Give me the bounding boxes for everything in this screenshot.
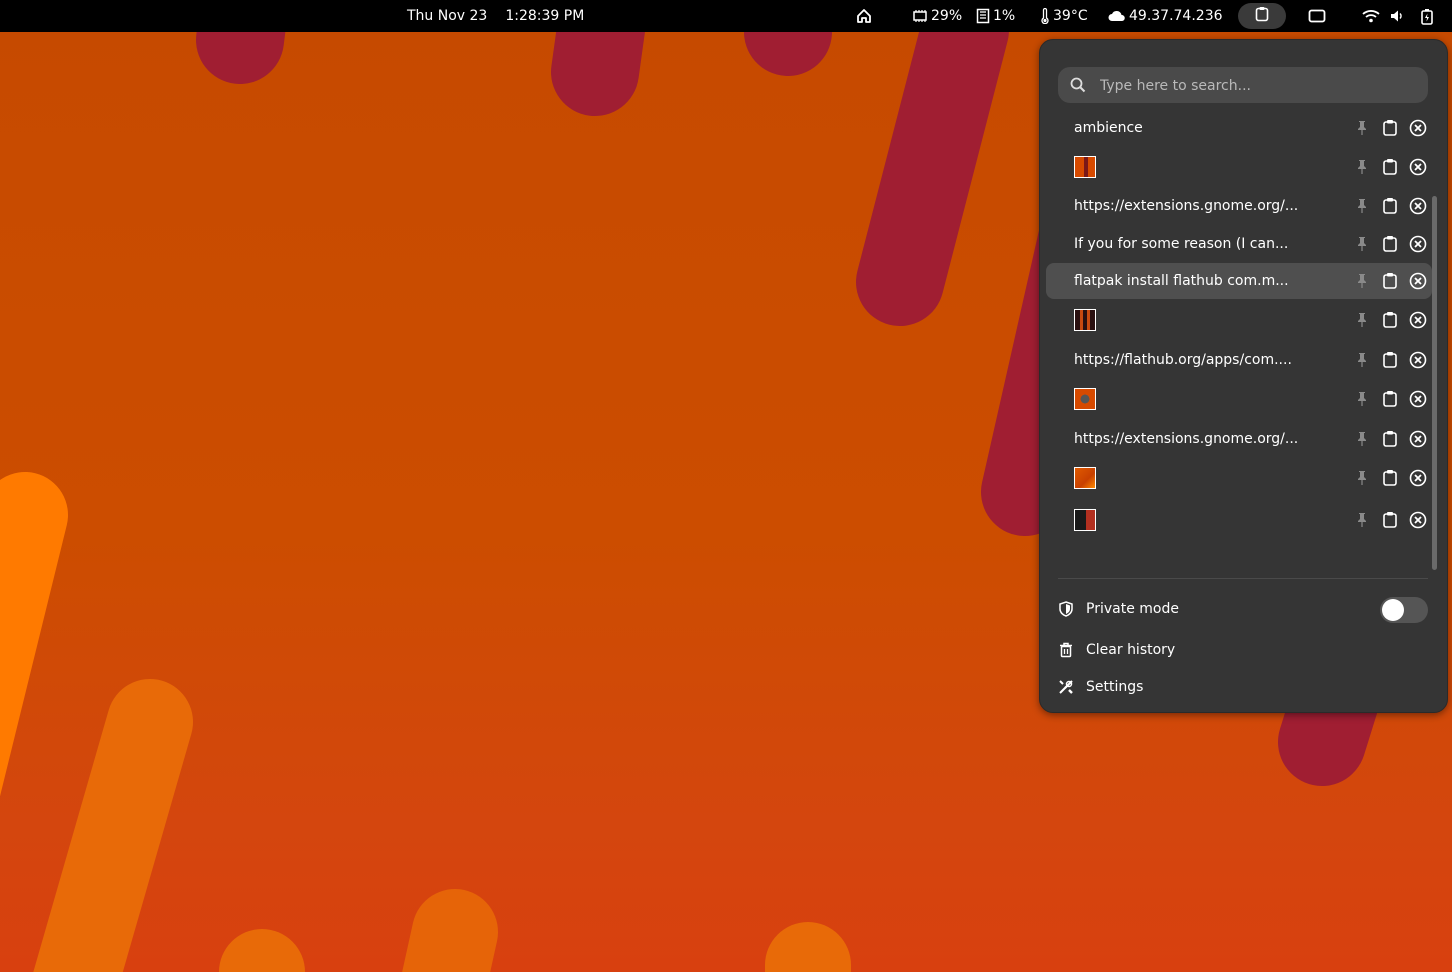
- wifi-icon[interactable]: [1362, 0, 1380, 32]
- clipboard-item[interactable]: ambience: [1046, 111, 1432, 145]
- tools-icon: [1058, 679, 1074, 695]
- pin-icon[interactable]: [1348, 425, 1376, 453]
- pin-icon[interactable]: [1348, 114, 1376, 142]
- pin-icon[interactable]: [1348, 192, 1376, 220]
- delete-icon[interactable]: [1404, 425, 1432, 453]
- clipboard-icon: [1255, 6, 1269, 26]
- trash-icon: [1058, 642, 1074, 658]
- delete-icon[interactable]: [1404, 192, 1432, 220]
- delete-icon[interactable]: [1404, 114, 1432, 142]
- clipboard-item[interactable]: weather: [1046, 106, 1432, 109]
- copy-icon[interactable]: [1376, 385, 1404, 413]
- private-mode-row[interactable]: Private mode: [1058, 592, 1428, 626]
- temperature-value: 39°C: [1053, 8, 1088, 24]
- delete-icon[interactable]: [1404, 230, 1432, 258]
- clipboard-item[interactable]: [1046, 150, 1432, 184]
- pin-icon[interactable]: [1348, 267, 1376, 295]
- copy-icon[interactable]: [1376, 114, 1404, 142]
- image-thumbnail: [1074, 467, 1096, 489]
- volume-icon[interactable]: [1390, 0, 1404, 32]
- clipboard-item[interactable]: https://extensions.gnome.org/...: [1046, 422, 1432, 456]
- copy-icon[interactable]: [1376, 506, 1404, 534]
- pin-icon[interactable]: [1348, 153, 1376, 181]
- clipboard-item[interactable]: https://flathub.org/apps/com....: [1046, 343, 1432, 377]
- clipboard-item-label: flatpak install flathub com.m...: [1074, 273, 1289, 289]
- cpu-value: 29%: [931, 8, 963, 24]
- battery-icon[interactable]: [1420, 0, 1434, 32]
- clipboard-item[interactable]: https://extensions.gnome.org/...: [1046, 189, 1432, 223]
- copy-icon[interactable]: [1376, 153, 1404, 181]
- home-icon[interactable]: [856, 0, 872, 32]
- separator: [1058, 578, 1428, 579]
- cloud-icon: [1108, 10, 1126, 22]
- clear-history-label: Clear history: [1086, 642, 1176, 658]
- copy-icon[interactable]: [1376, 230, 1404, 258]
- delete-icon[interactable]: [1404, 153, 1432, 181]
- clock[interactable]: Thu Nov 23 1:28:39 PM: [407, 0, 584, 32]
- settings-label: Settings: [1086, 679, 1144, 695]
- search-box[interactable]: [1058, 67, 1428, 105]
- toggle-knob: [1382, 599, 1404, 621]
- pin-icon[interactable]: [1348, 230, 1376, 258]
- top-bar: Thu Nov 23 1:28:39 PM 29% 1% 39°C 49.37.…: [0, 0, 1452, 32]
- memory-value: 1%: [993, 8, 1016, 24]
- clipboard-item[interactable]: [1046, 461, 1432, 495]
- window-icon[interactable]: [1308, 0, 1326, 32]
- ip-indicator[interactable]: 49.37.74.236: [1108, 0, 1223, 32]
- delete-icon[interactable]: [1404, 385, 1432, 413]
- pin-icon[interactable]: [1348, 464, 1376, 492]
- clipboard-item[interactable]: [1046, 303, 1432, 337]
- memory-indicator[interactable]: 1%: [976, 0, 1015, 32]
- clipboard-item-label: ambience: [1074, 120, 1143, 136]
- pin-icon[interactable]: [1348, 506, 1376, 534]
- settings-button[interactable]: Settings: [1058, 670, 1428, 704]
- image-thumbnail: [1074, 509, 1096, 531]
- clipboard-popup: weather ambience https://extensions.gnome.…: [1039, 39, 1448, 713]
- image-thumbnail: [1074, 309, 1096, 331]
- date-label: Thu Nov 23: [407, 8, 488, 24]
- ip-value: 49.37.74.236: [1129, 8, 1223, 24]
- clipboard-indicator-button[interactable]: [1238, 3, 1286, 29]
- clipboard-item[interactable]: [1046, 503, 1432, 537]
- clipboard-item[interactable]: [1046, 382, 1432, 416]
- temperature-indicator[interactable]: 39°C: [1040, 0, 1088, 32]
- pin-icon[interactable]: [1348, 306, 1376, 334]
- cpu-icon: [912, 9, 928, 23]
- copy-icon[interactable]: [1376, 267, 1404, 295]
- shield-icon: [1058, 601, 1074, 617]
- private-mode-toggle[interactable]: [1380, 597, 1428, 623]
- pin-icon[interactable]: [1348, 346, 1376, 374]
- thermometer-icon: [1040, 8, 1050, 24]
- time-label: 1:28:39 PM: [505, 8, 585, 24]
- delete-icon[interactable]: [1404, 267, 1432, 295]
- memory-icon: [976, 8, 990, 24]
- clipboard-item-label: https://extensions.gnome.org/...: [1074, 431, 1299, 447]
- clipboard-history-list[interactable]: weather ambience https://extensions.gnome.…: [1040, 106, 1447, 572]
- image-thumbnail: [1074, 388, 1096, 410]
- clear-history-button[interactable]: Clear history: [1058, 633, 1428, 667]
- image-thumbnail: [1074, 156, 1096, 178]
- clipboard-item-label: https://extensions.gnome.org/...: [1074, 198, 1299, 214]
- scrollbar[interactable]: [1432, 196, 1437, 570]
- clipboard-item-label: https://flathub.org/apps/com....: [1074, 352, 1292, 368]
- cpu-indicator[interactable]: 29%: [912, 0, 962, 32]
- delete-icon[interactable]: [1404, 346, 1432, 374]
- clipboard-item[interactable]: flatpak install flathub com.m...: [1046, 263, 1432, 299]
- search-input[interactable]: [1098, 67, 1422, 105]
- delete-icon[interactable]: [1404, 306, 1432, 334]
- delete-icon[interactable]: [1404, 506, 1432, 534]
- copy-icon[interactable]: [1376, 425, 1404, 453]
- copy-icon[interactable]: [1376, 464, 1404, 492]
- copy-icon[interactable]: [1376, 192, 1404, 220]
- copy-icon[interactable]: [1376, 306, 1404, 334]
- pin-icon[interactable]: [1348, 385, 1376, 413]
- clipboard-item[interactable]: If you for some reason (I can...: [1046, 227, 1432, 261]
- clipboard-item-label: If you for some reason (I can...: [1074, 236, 1289, 252]
- private-mode-label: Private mode: [1086, 601, 1179, 617]
- copy-icon[interactable]: [1376, 346, 1404, 374]
- delete-icon[interactable]: [1404, 464, 1432, 492]
- search-icon: [1070, 77, 1086, 97]
